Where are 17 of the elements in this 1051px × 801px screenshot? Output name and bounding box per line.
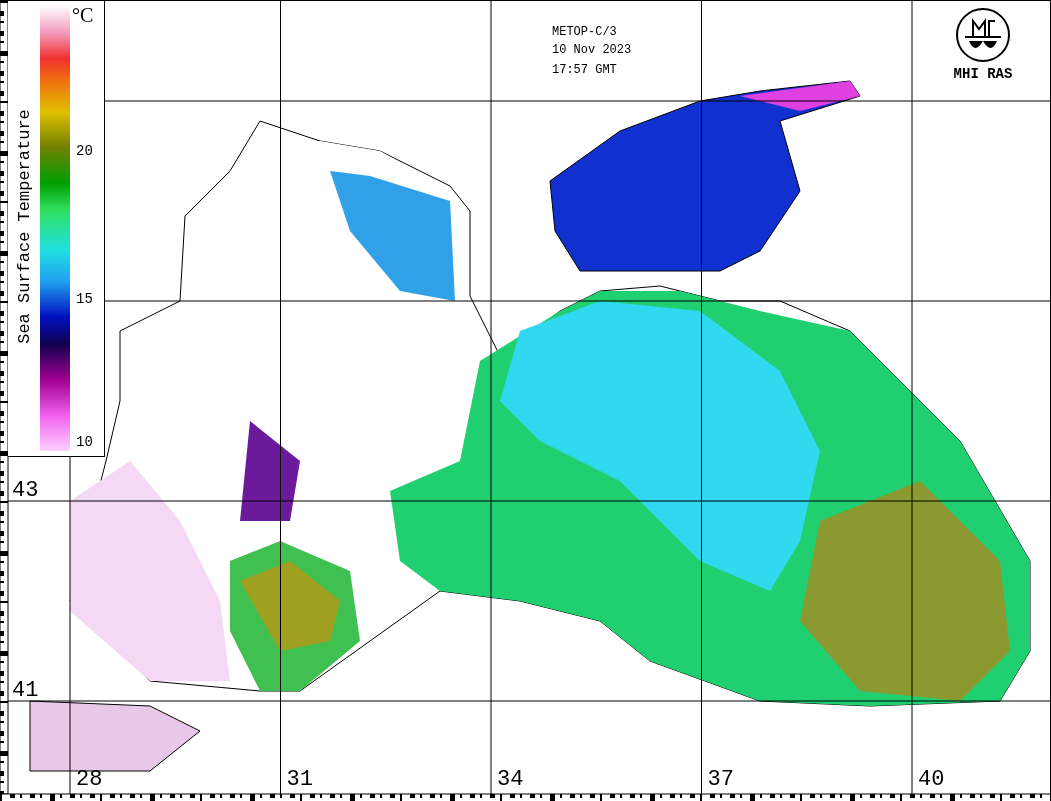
- satellite-name: METOP-C/3: [552, 25, 617, 40]
- legend-title: Sea Surface Temperature: [14, 108, 34, 344]
- longitude-label: 31: [286, 769, 313, 791]
- longitude-label: 40: [918, 769, 945, 791]
- date-label: 10 Nov 2023: [552, 43, 632, 58]
- scale-tick-label: 20: [76, 144, 93, 159]
- scale-tick-label: 15: [76, 292, 93, 307]
- institute-logo-icon: [955, 7, 1011, 63]
- latitude-label: 41: [12, 680, 39, 702]
- longitude-label: 28: [76, 769, 103, 791]
- scale-tick-label: 10: [76, 435, 93, 450]
- time-label: 17:57 GMT: [552, 63, 617, 78]
- unit-label: °C: [72, 5, 94, 25]
- longitude-label: 37: [707, 769, 734, 791]
- latitude-label: 43: [12, 480, 39, 502]
- logo-label: MHI RAS: [953, 67, 1013, 82]
- longitude-label: 34: [497, 769, 524, 791]
